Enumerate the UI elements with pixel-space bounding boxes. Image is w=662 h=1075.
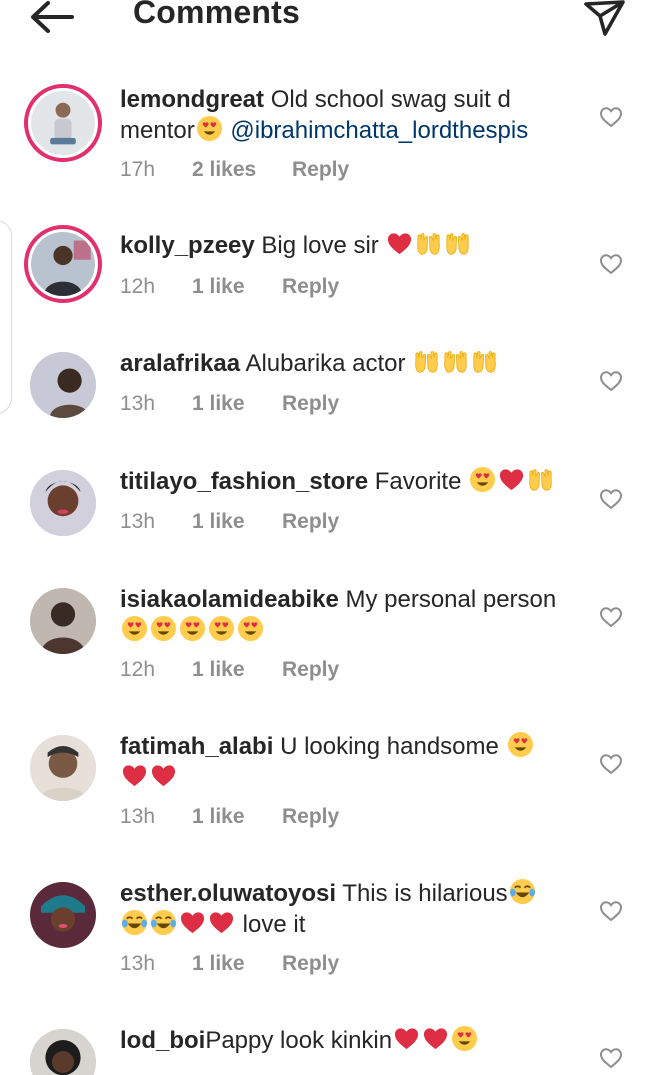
heart-outline-icon[interactable] bbox=[599, 253, 623, 275]
comment-text: titilayo_fashion_store Favorite bbox=[120, 466, 590, 497]
heart-eyes-emoji bbox=[507, 731, 534, 758]
heart-eyes-emoji bbox=[208, 615, 235, 642]
comment-username[interactable]: fatimah_alabi bbox=[120, 733, 273, 760]
comment-likes[interactable]: 1 like bbox=[192, 805, 245, 829]
red-heart-emoji bbox=[179, 909, 206, 936]
comment-likes[interactable]: 1 like bbox=[192, 952, 245, 976]
avatar[interactable] bbox=[30, 1029, 96, 1075]
red-heart-emoji bbox=[208, 909, 235, 936]
comment-text: esther.oluwatoyosi This is hilarious lov… bbox=[120, 878, 590, 940]
comment-mention[interactable]: @ibrahimchatta_lordthespis bbox=[230, 117, 528, 144]
red-heart-emoji bbox=[393, 1025, 420, 1052]
heart-outline-icon[interactable] bbox=[599, 753, 623, 775]
heart-outline-icon[interactable] bbox=[599, 370, 623, 392]
heart-eyes-emoji bbox=[469, 466, 496, 493]
back-button[interactable] bbox=[28, 0, 76, 36]
tears-of-joy-emoji bbox=[509, 878, 536, 905]
heart-eyes-emoji bbox=[196, 115, 223, 142]
comment-body: Big love sir bbox=[261, 232, 379, 259]
comment-likes[interactable]: 1 like bbox=[192, 510, 245, 534]
comment-time: 12h bbox=[120, 658, 156, 681]
comment-username[interactable]: aralafrikaa bbox=[120, 350, 240, 377]
avatar[interactable] bbox=[30, 882, 96, 948]
heart-eyes-emoji bbox=[121, 615, 148, 642]
comment-username[interactable]: lemondgreat bbox=[120, 86, 264, 113]
paper-plane-icon bbox=[584, 0, 625, 36]
avatar[interactable] bbox=[30, 735, 96, 801]
header: Comments bbox=[0, 0, 662, 40]
page-title: Comments bbox=[133, 0, 300, 30]
reply-button[interactable]: Reply bbox=[282, 510, 339, 534]
comment-item: lod_boiPappy look kinkin bbox=[0, 1019, 662, 1075]
comment-body: This is hilarious bbox=[342, 880, 508, 907]
comment-text: fatimah_alabi U looking handsome bbox=[120, 731, 590, 793]
comment-time: 13h bbox=[120, 392, 156, 415]
red-heart-emoji bbox=[150, 762, 177, 789]
reply-button[interactable]: Reply bbox=[282, 658, 339, 682]
comment-text: lod_boiPappy look kinkin bbox=[120, 1025, 590, 1056]
reply-button[interactable]: Reply bbox=[292, 158, 349, 182]
comment-likes[interactable]: 1 like bbox=[192, 275, 245, 299]
comment-time: 13h bbox=[120, 510, 156, 533]
red-heart-emoji bbox=[498, 466, 525, 493]
reply-button[interactable]: Reply bbox=[282, 392, 339, 416]
heart-eyes-emoji bbox=[150, 615, 177, 642]
comment-body-tail: love it bbox=[242, 911, 306, 938]
comment-likes[interactable]: 1 like bbox=[192, 392, 245, 416]
raised-hands-emoji bbox=[527, 466, 554, 493]
share-button[interactable] bbox=[583, 0, 627, 38]
comment-body: U looking handsome bbox=[280, 733, 499, 760]
reply-button[interactable]: Reply bbox=[282, 952, 339, 976]
comment-time: 12h bbox=[120, 275, 156, 298]
heart-eyes-emoji bbox=[451, 1025, 478, 1052]
comment-username[interactable]: titilayo_fashion_store bbox=[120, 468, 368, 495]
comment-body: My personal person bbox=[345, 586, 557, 613]
red-heart-emoji bbox=[121, 762, 148, 789]
comment-body: Alubarika actor bbox=[245, 350, 406, 377]
side-drawer-handle[interactable] bbox=[0, 220, 12, 414]
avatar[interactable] bbox=[24, 84, 102, 162]
comment-text: kolly_pzeey Big love sir bbox=[120, 230, 590, 261]
comment-time: 13h bbox=[120, 952, 156, 975]
comment-likes[interactable]: 1 like bbox=[192, 658, 245, 682]
comment-text: lemondgreat Old school swag suit d mento… bbox=[120, 84, 590, 146]
avatar[interactable] bbox=[24, 225, 102, 303]
avatar[interactable] bbox=[30, 588, 96, 654]
comment-time: 13h bbox=[120, 805, 156, 828]
raised-hands-emoji bbox=[471, 348, 498, 375]
comment-likes[interactable]: 2 likes bbox=[192, 158, 256, 182]
comment-username[interactable]: esther.oluwatoyosi bbox=[120, 880, 336, 907]
heart-outline-icon[interactable] bbox=[599, 1047, 623, 1069]
tears-of-joy-emoji bbox=[150, 909, 177, 936]
comment-text: isiakaolamideabike My personal person bbox=[120, 584, 590, 646]
avatar[interactable] bbox=[30, 352, 96, 418]
comment-text: aralafrikaa Alubarika actor bbox=[120, 348, 590, 379]
raised-hands-emoji bbox=[444, 230, 471, 257]
comment-body: Favorite bbox=[374, 468, 462, 495]
comment-username[interactable]: lod_boi bbox=[120, 1027, 205, 1054]
comment-body: Pappy look kinkin bbox=[205, 1027, 393, 1054]
heart-eyes-emoji bbox=[179, 615, 206, 642]
red-heart-emoji bbox=[386, 230, 413, 257]
red-heart-emoji bbox=[422, 1025, 449, 1052]
reply-button[interactable]: Reply bbox=[282, 805, 339, 829]
comment-username[interactable]: kolly_pzeey bbox=[120, 232, 255, 259]
reply-button[interactable]: Reply bbox=[282, 275, 339, 299]
tears-of-joy-emoji bbox=[121, 909, 148, 936]
raised-hands-emoji bbox=[442, 348, 469, 375]
arrow-left-icon bbox=[31, 1, 74, 33]
heart-outline-icon[interactable] bbox=[599, 900, 623, 922]
raised-hands-emoji bbox=[413, 348, 440, 375]
avatar[interactable] bbox=[30, 470, 96, 536]
comment-username[interactable]: isiakaolamideabike bbox=[120, 586, 339, 613]
comment-time: 17h bbox=[120, 158, 156, 181]
heart-outline-icon[interactable] bbox=[599, 488, 623, 510]
heart-outline-icon[interactable] bbox=[599, 606, 623, 628]
heart-eyes-emoji bbox=[237, 615, 264, 642]
raised-hands-emoji bbox=[415, 230, 442, 257]
heart-outline-icon[interactable] bbox=[599, 106, 623, 128]
